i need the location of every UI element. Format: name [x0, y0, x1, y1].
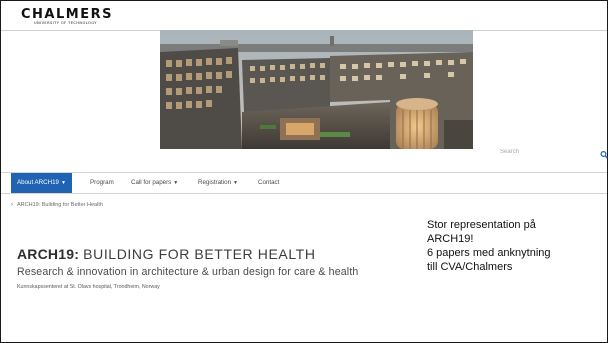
- page-title-rest: BUILDING FOR BETTER HEALTH: [83, 246, 316, 262]
- building-courtyard-photo: [160, 30, 473, 149]
- nav-item-program-label: Program: [90, 179, 114, 186]
- page-subtitle: Research & innovation in architecture & …: [17, 266, 359, 278]
- nav-item-registration[interactable]: Registration ▼: [198, 173, 238, 193]
- chevron-down-icon: ▼: [60, 180, 66, 186]
- search-input[interactable]: [500, 145, 580, 159]
- nav-item-call-for-papers[interactable]: Call for papers ▼: [131, 173, 178, 193]
- slide-note: Stor representation på ARCH19! 6 papers …: [427, 218, 597, 274]
- chalmers-logo-subtext: UNIVERSITY OF TECHNOLOGY: [34, 21, 97, 25]
- breadcrumb: › ARCH19: Building for Better Health: [11, 202, 103, 208]
- nav-item-contact-label: Contact: [258, 179, 280, 186]
- page-title: ARCH19: BUILDING FOR BETTER HEALTH: [17, 246, 316, 262]
- note-line-2: ARCH19!: [427, 233, 474, 245]
- hero-image: [160, 30, 473, 149]
- site-header: CHALMERS UNIVERSITY OF TECHNOLOGY: [1, 1, 607, 31]
- nav-item-registration-label: Registration: [198, 179, 232, 186]
- note-line-1: Stor representation på: [427, 219, 536, 231]
- search-box: [500, 145, 590, 159]
- nav-item-contact[interactable]: Contact: [258, 173, 279, 193]
- breadcrumb-link[interactable]: ARCH19: Building for Better Health: [17, 202, 103, 208]
- note-line-3: 6 papers med anknytning: [427, 247, 551, 259]
- note-line-4: till CVA/Chalmers: [427, 261, 513, 273]
- chevron-down-icon: ▼: [173, 180, 179, 186]
- nav-item-call-for-papers-label: Call for papers: [131, 179, 172, 186]
- nav-item-about-label: About ARCH19: [17, 179, 59, 186]
- main-nav: About ARCH19 ▼ Program Call for papers ▼ R…: [1, 172, 607, 194]
- page-title-bold: ARCH19:: [17, 246, 80, 262]
- nav-item-program[interactable]: Program: [90, 173, 114, 193]
- chevron-right-icon: ›: [11, 202, 13, 208]
- venue-line: Kunnskapssenteret at St. Olavs hospital,…: [17, 284, 160, 290]
- nav-item-about[interactable]: About ARCH19 ▼: [11, 173, 72, 193]
- search-icon: [600, 150, 608, 159]
- chalmers-logo[interactable]: CHALMERS: [21, 7, 113, 22]
- chevron-down-icon: ▼: [233, 180, 238, 186]
- search-button[interactable]: [600, 147, 608, 159]
